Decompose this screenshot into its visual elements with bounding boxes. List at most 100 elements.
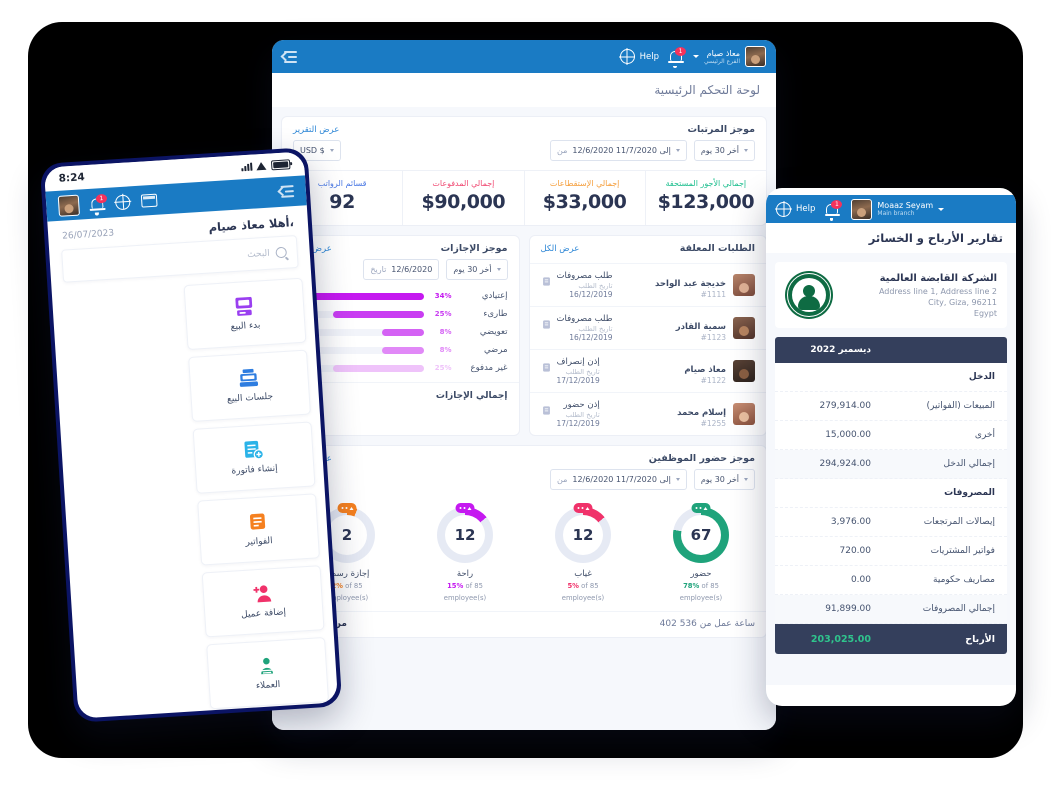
leave-percent: 25% — [434, 310, 452, 318]
donut-value: 2 — [327, 515, 367, 555]
quick-action-tile[interactable]: جلسات البيع — [187, 349, 311, 422]
user-add-icon — [251, 583, 274, 603]
kpi-stat: إجمالي المدفوعات $90,000 — [402, 171, 523, 225]
company-address-1: Address line 1, Address line 2 — [878, 286, 997, 296]
kpi-value: $123,000 — [657, 191, 755, 213]
donut-sub-employees: employee(s) — [561, 594, 605, 602]
donut-badge — [337, 503, 357, 513]
help-button[interactable]: Help — [776, 201, 815, 217]
help-button[interactable]: Help — [619, 49, 659, 64]
leaves-period-select[interactable]: أخر 30 يوم — [446, 259, 508, 280]
sidebar-toggle-button[interactable] — [280, 50, 297, 63]
pending-requests-card: الطلبات المعلقة عرض الكل خديجة عبد الواح… — [528, 235, 767, 436]
donut-label: حضور — [690, 569, 712, 579]
attendance-date-range-select[interactable]: 12/6/2020 إلى 11/7/2020 من — [549, 469, 687, 490]
notifications-button[interactable]: 1 — [90, 193, 108, 216]
quick-action-tile[interactable]: بدء البيع — [183, 277, 307, 351]
payroll-period-select[interactable]: أخر 30 يوم — [693, 140, 755, 161]
table-row: أخرى 15,000.00 — [775, 421, 1007, 450]
attendance-card-title: موجز حضور الموظفين — [648, 453, 755, 464]
table-row[interactable]: معاذ صيام #1122 إذن إنصراف تاريخ الطلب 17/12… — [529, 349, 766, 392]
pl-row-value: 279,914.00 — [819, 401, 871, 411]
pl-row-label: مصاريف حكومية — [933, 575, 995, 585]
request-date-label: تاريخ الطلب — [565, 411, 600, 419]
globe-help-icon — [776, 201, 791, 217]
leave-percent: 8% — [439, 346, 452, 354]
leave-row: إعتيادي 34% — [282, 287, 519, 305]
requests-list: خديجة عبد الواحد #1111 طلب مصروفات تاريخ ال… — [529, 263, 766, 435]
payroll-kpi-row: إجمالي الأجور المستحقة $123,000 إجمالي الإ… — [282, 170, 766, 225]
donut-value: 67 — [681, 515, 721, 555]
attendance-donut-row: 67 حضور 78% of 85 employee(s) 12 غياب 5% of 85… — [282, 497, 766, 605]
tablet-title-bar: تقارير الأرباح و الخسائر — [766, 223, 1016, 253]
signal-icon — [241, 162, 253, 172]
quick-action-tile[interactable]: الفواتير — [196, 493, 320, 566]
quick-action-tile[interactable]: العملاء — [205, 636, 330, 710]
request-date-label: تاريخ الطلب — [578, 325, 613, 333]
user-branch: الفرع الرئيسي — [704, 57, 740, 65]
table-row[interactable]: خديجة عبد الواحد #1111 طلب مصروفات تاريخ ال… — [529, 263, 766, 306]
attendance-hours-footer: 402 ساعة عمل من 536 — [659, 619, 755, 629]
company-logo — [785, 271, 833, 319]
request-date: 17/12/2019 — [556, 376, 600, 385]
payroll-date-range-select[interactable]: 12/6/2020 إلى 11/7/2020 من — [549, 140, 687, 161]
leaves-date-value: 12/6/2020 — [391, 265, 433, 274]
quick-action-tile[interactable]: إضافة عميل — [201, 565, 325, 638]
table-row: المصروفات — [775, 479, 1007, 508]
table-row: إجمالي المصروفات 91,899.00 — [775, 595, 1007, 624]
pl-row-value: 720.00 — [839, 546, 872, 556]
cash-register-icon — [237, 368, 260, 388]
hamburger-collapse-icon — [280, 50, 297, 63]
chevron-down-icon — [744, 478, 748, 481]
table-row: إجمالي الدخل 294,924.00 — [775, 450, 1007, 479]
globe-help-icon[interactable] — [114, 193, 131, 210]
donut-badge — [573, 503, 593, 513]
request-type-icon — [541, 315, 552, 329]
leave-type-label: طارىء — [483, 309, 508, 319]
leave-type-label: تعويضي — [479, 327, 508, 337]
attendance-card: موجز حضور الموظفين عرض الكل أخر 30 يوم 1… — [281, 445, 767, 638]
notifications-button[interactable]: 1 — [824, 199, 843, 221]
tile-label: جلسات البيع — [226, 391, 274, 405]
cash-register-icon[interactable] — [140, 193, 158, 208]
view-report-link[interactable]: عرض التقرير — [293, 125, 339, 135]
leaves-card-title: موجز الإجازات — [440, 243, 508, 254]
quick-action-tile[interactable]: إنشاء فاتورة — [192, 421, 316, 494]
notifications-button[interactable]: 1 — [668, 47, 687, 68]
attendance-date-range-prefix: من — [556, 475, 568, 484]
attendance-period-value: أخر 30 يوم — [700, 475, 739, 484]
tablet-topbar: Help 1 Moaaz Seyam Main branch — [766, 195, 1016, 223]
page-title: لوحة التحكم الرئيسية — [654, 83, 760, 97]
table-row[interactable]: سمية القادر #1123 طلب مصروفات تاريخ الطلب 16… — [529, 306, 766, 349]
table-row: إيصالات المرتجعات 3,976.00 — [775, 508, 1007, 537]
pl-row-label: الأرباح — [965, 633, 995, 645]
donut-label: غياب — [574, 569, 592, 579]
avatar[interactable] — [57, 194, 80, 217]
payroll-summary-card: موجز المرتبات عرض التقرير أخر 30 يوم 12/… — [281, 116, 767, 226]
menu-toggle-icon[interactable] — [277, 185, 295, 198]
donut-label: راحة — [456, 569, 474, 579]
phone-screen: 8:24 1 أهلا معاذ صيام، 26/07/2023 البحث … — [43, 151, 339, 719]
desktop-topbar: Help 1 معاذ صيام الفرع الرئيسي — [272, 40, 776, 73]
company-name: الشركة القابضة العالمية — [879, 272, 997, 284]
user-menu-button[interactable]: Moaaz Seyam Main branch — [851, 198, 945, 220]
avatar — [733, 360, 755, 382]
chevron-down-icon — [744, 149, 748, 152]
desktop-content: موجز المرتبات عرض التقرير أخر 30 يوم 12/… — [272, 107, 776, 730]
request-type-icon — [541, 272, 552, 286]
pl-row-label: إجمالي المصروفات — [922, 604, 995, 614]
kpi-value: $33,000 — [542, 191, 627, 213]
chevron-down-icon — [938, 207, 945, 211]
table-row: فواتير المشتريات 720.00 — [775, 537, 1007, 566]
pl-row-value: 203,025.00 — [810, 633, 871, 645]
payroll-date-range-value: 12/6/2020 إلى 11/7/2020 — [572, 146, 671, 155]
requests-view-all-link[interactable]: عرض الكل — [541, 244, 580, 254]
user-menu-button[interactable]: معاذ صيام الفرع الرئيسي — [693, 46, 766, 67]
request-type: طلب مصروفات — [556, 314, 613, 324]
composite-device-mockup: Help 1 معاذ صيام الفرع الرئيسي لوحة التح… — [0, 0, 1051, 789]
table-row[interactable]: إسلام محمد #1255 إذن حضور تاريخ الطلب 17/12/… — [529, 392, 766, 435]
leaves-date-select[interactable]: 12/6/2020 تاريخ — [363, 259, 440, 280]
leave-percent: 25% — [434, 364, 452, 372]
attendance-period-select[interactable]: أخر 30 يوم — [693, 469, 755, 490]
pl-row-label: فواتير المشتريات — [930, 546, 995, 556]
